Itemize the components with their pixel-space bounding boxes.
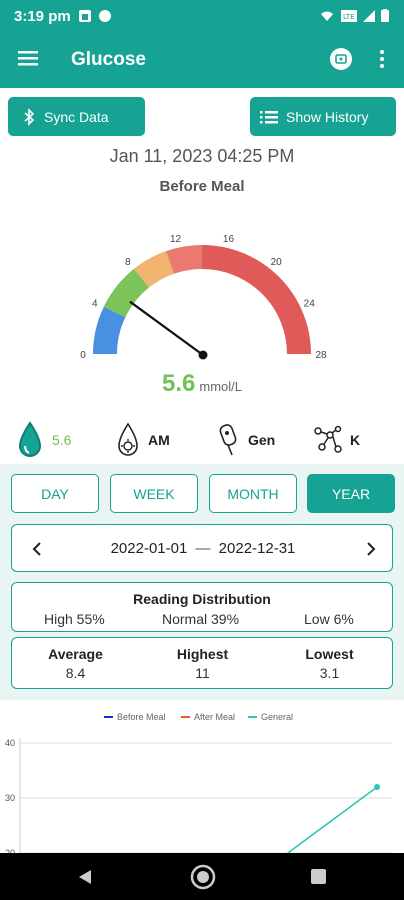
distribution-normal: Normal 39% [162, 611, 240, 627]
y-tick-label: 40 [5, 738, 15, 748]
legend-label: General [261, 712, 293, 722]
gauge-tick-label: 8 [125, 257, 131, 268]
indicator-type-label: K [350, 432, 361, 448]
reading-unit: mmol/L [199, 379, 242, 394]
tab-year[interactable]: YEAR [307, 474, 395, 513]
tab-day[interactable]: DAY [11, 474, 99, 513]
gauge-tick-label: 28 [315, 350, 327, 361]
app-bar: Glucose [0, 32, 404, 88]
highest-label: Highest [176, 646, 229, 662]
gauge-band-elevated [134, 251, 175, 288]
reading-value-row: 5.6 mmol/L [0, 370, 404, 398]
show-history-label: Show History [286, 108, 369, 125]
series-point [374, 784, 381, 790]
home-icon[interactable] [190, 864, 216, 890]
average-label: Average [48, 646, 103, 662]
date-range-selector: 2022-01-01 — 2022-12-31 [11, 524, 393, 572]
glucose-gauge: 0 4 8 12 16 20 24 28 [70, 222, 334, 372]
notification-icon [79, 10, 91, 22]
indicator-time-label: AM [148, 432, 170, 448]
gauge-tick-label: 12 [170, 234, 182, 245]
circle-status-icon [99, 10, 111, 22]
reading-datetime: Jan 11, 2023 04:25 PM [109, 146, 295, 166]
gauge-tick-label: 20 [271, 257, 283, 268]
highest-value: 11 [195, 665, 210, 681]
lowest-value: 3.1 [319, 665, 340, 681]
gauge-tick-label: 4 [92, 298, 98, 309]
stat-average: Average 8.4 [12, 646, 139, 681]
series-line [287, 786, 378, 854]
distribution-high: High 55% [44, 611, 105, 627]
gauge-tick-label: 24 [304, 298, 316, 309]
indicator-device-label: Gen [248, 432, 276, 448]
stats-card: Average 8.4 Highest 11 Lowest 3.1 [11, 637, 393, 689]
gauge-needle [129, 300, 204, 356]
indicator-type: K [312, 418, 360, 462]
back-icon[interactable] [78, 869, 92, 885]
legend-label: Before Meal [117, 712, 166, 722]
lowest-label: Lowest [305, 646, 354, 662]
indicator-value-label: 5.6 [52, 432, 72, 448]
lte-icon: LTE [341, 10, 357, 22]
reading-value: 5.6 [162, 370, 196, 397]
bluetooth-icon [24, 107, 35, 126]
average-value: 8.4 [65, 665, 86, 681]
gauge-tick-label: 16 [223, 234, 235, 245]
recents-icon[interactable] [311, 869, 326, 884]
gauge-band-high [201, 245, 311, 355]
sync-data-label: Sync Data [44, 108, 109, 125]
range-separator: — [195, 540, 211, 557]
status-bar: 3:19 pm LTE [0, 0, 404, 32]
indicator-time: AM [114, 418, 170, 462]
molecule-icon [314, 425, 342, 453]
gauge-band-high-1 [166, 245, 203, 274]
tab-month[interactable]: MONTH [209, 474, 297, 513]
glucometer-icon [219, 424, 237, 456]
range-start: 2022-01-01 [110, 540, 188, 557]
glucose-chart: Before Meal After Meal General 40 30 20 [0, 700, 404, 858]
indicator-row: 5.6 AM Gen K [0, 418, 404, 462]
wifi-icon [321, 11, 333, 21]
y-tick-label: 30 [5, 793, 15, 803]
gauge-tick-label: 0 [80, 350, 86, 361]
gauge-hub [198, 350, 208, 360]
svg-text:LTE: LTE [343, 13, 355, 21]
stat-lowest: Lowest 3.1 [266, 646, 393, 681]
status-time: 3:19 pm [14, 8, 71, 25]
signal-icon [363, 10, 375, 22]
chevron-right-icon[interactable] [366, 542, 376, 556]
indicator-device: Gen [214, 418, 275, 462]
legend-label: After Meal [194, 712, 235, 722]
distribution-card: Reading Distribution High 55% Normal 39%… [11, 582, 393, 632]
list-icon [260, 110, 278, 123]
tab-week[interactable]: WEEK [110, 474, 198, 513]
sync-data-button[interactable]: Sync Data [8, 97, 145, 136]
distribution-title: Reading Distribution [133, 591, 271, 607]
water-drop-icon [18, 421, 42, 457]
date-range-text: 2022-01-01 — 2022-12-31 [12, 540, 394, 557]
stat-highest: Highest 11 [139, 646, 266, 681]
gauge-band-low [93, 306, 126, 355]
indicator-value: 5.6 [14, 418, 71, 462]
battery-icon [381, 9, 389, 22]
show-history-button[interactable]: Show History [250, 97, 396, 136]
distribution-low: Low 6% [304, 611, 354, 627]
app-title: Glucose [71, 49, 146, 70]
system-nav-bar [0, 853, 404, 900]
more-options-icon[interactable] [378, 49, 386, 69]
sun-clock-icon [118, 422, 138, 456]
range-end: 2022-12-31 [218, 540, 296, 557]
device-connect-icon[interactable] [329, 47, 353, 71]
menu-icon[interactable] [18, 50, 38, 66]
reading-context: Before Meal [159, 178, 245, 195]
